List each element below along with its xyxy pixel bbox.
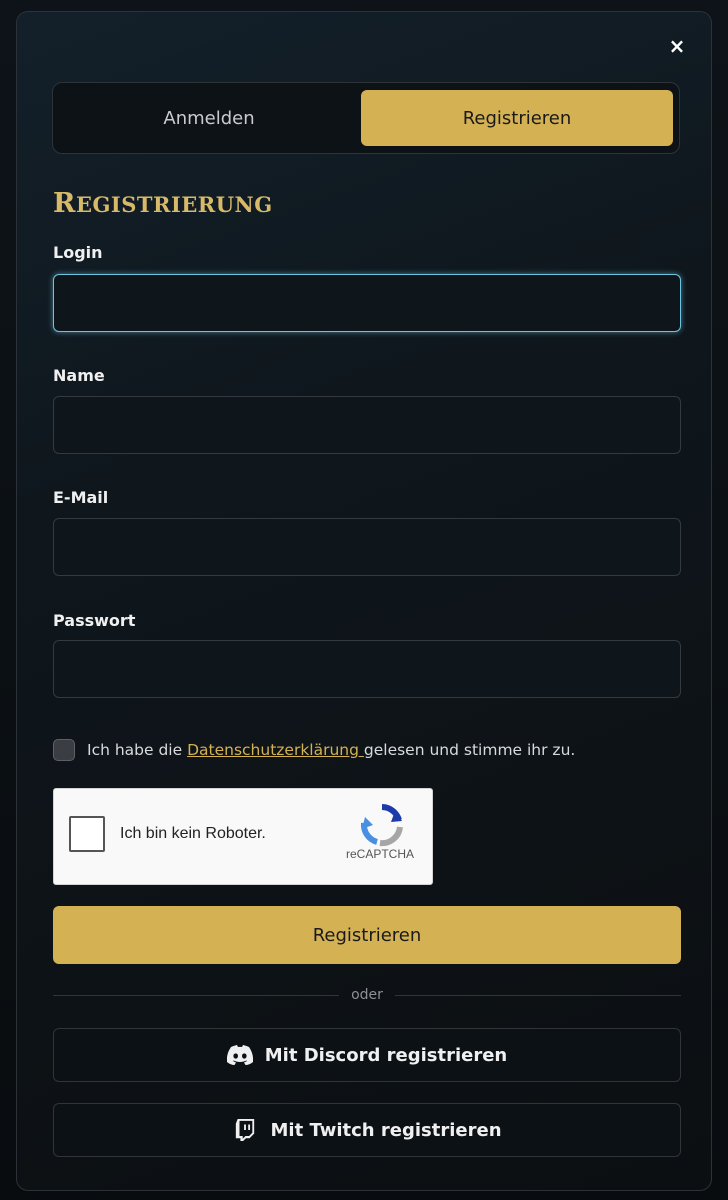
privacy-checkbox[interactable] [53,739,75,761]
twitch-register-button[interactable]: Mit Twitch registrieren [53,1103,681,1157]
privacy-policy-link[interactable]: Datenschutzerklärung [187,741,364,759]
recaptcha-logo-icon [360,804,403,847]
tab-register[interactable]: Registrieren [361,90,673,146]
recaptcha-checkbox[interactable] [69,816,105,852]
tab-login[interactable]: Anmelden [53,90,365,146]
page-title: REGISTRIERUNG [53,188,273,219]
privacy-consent: Ich habe die Datenschutzerklärung gelese… [53,739,575,761]
discord-icon [226,1045,253,1065]
recaptcha-widget: Ich bin kein Roboter. reCAPTCHA [53,788,433,885]
email-label: E-Mail [53,488,109,507]
login-label: Login [53,243,103,262]
auth-tabs: Anmelden Registrieren [52,82,680,154]
register-modal: × Anmelden Registrieren REGISTRIERUNG Lo… [16,11,712,1191]
name-label: Name [53,366,105,385]
twitch-icon [236,1119,255,1141]
divider-line-left [53,994,340,996]
consent-text: Ich habe die Datenschutzerklärung gelese… [87,741,576,759]
password-field[interactable] [53,640,681,698]
close-icon[interactable]: × [665,34,689,58]
discord-button-label: Mit Discord registrieren [264,1044,508,1066]
register-submit-button[interactable]: Registrieren [53,906,681,964]
or-divider: oder [53,985,682,1005]
divider-label: oder [351,987,383,1003]
password-label: Passwort [53,611,136,630]
login-field[interactable] [53,274,681,332]
recaptcha-label: Ich bin kein Roboter. [120,825,266,842]
name-field[interactable] [53,396,681,454]
divider-line-right [394,994,682,996]
twitch-button-label: Mit Twitch registrieren [270,1119,502,1141]
email-field[interactable] [53,518,681,576]
discord-register-button[interactable]: Mit Discord registrieren [53,1028,681,1082]
recaptcha-brand: reCAPTCHA [346,847,415,861]
